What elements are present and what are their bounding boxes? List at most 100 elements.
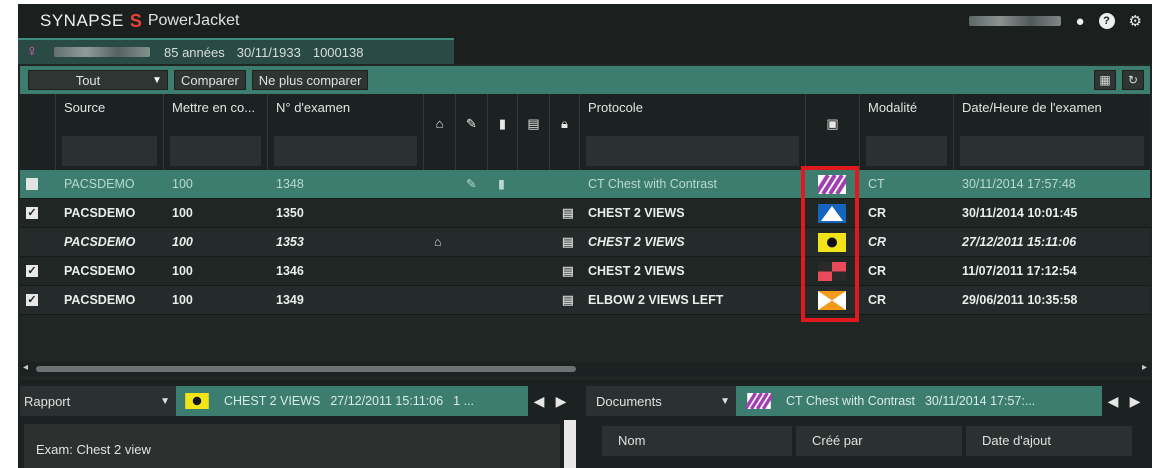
documents-table-header: Nom Créé par Date d'ajout — [602, 426, 1148, 456]
header-camera[interactable]: ⌂ — [424, 94, 456, 170]
cell-source: PACSDEMO — [64, 235, 136, 249]
help-icon[interactable]: ? — [1098, 13, 1115, 29]
female-icon: ♀ — [26, 43, 38, 60]
prev-arrow-icon[interactable]: ◀ — [528, 393, 550, 410]
header-mettre[interactable]: Mettre en co... — [164, 94, 268, 170]
stop-compare-button[interactable]: Ne plus comparer — [251, 70, 369, 90]
table-header: Source Mettre en co... N° d'examen ⌂ ✎ ▮… — [20, 94, 1150, 170]
cell-datetime: 30/11/2014 10:01:45 — [962, 206, 1078, 220]
header-flag[interactable]: ▣ — [806, 94, 860, 170]
patient-tab[interactable]: ♀ 85 années 30/11/1933 1000138 — [18, 38, 454, 64]
compare-button[interactable]: Comparer — [174, 70, 246, 90]
refresh-icon[interactable]: ↻ — [1122, 70, 1144, 90]
col-date-ajout[interactable]: Date d'ajout — [966, 426, 1132, 456]
header-datetime[interactable]: Date/Heure de l'examen — [954, 94, 1150, 170]
camera-icon[interactable]: ⌂ — [434, 228, 442, 257]
report-icon[interactable]: ▤ — [562, 199, 574, 228]
chevron-down-icon: ▼ — [152, 74, 162, 86]
documents-select[interactable]: Documents ▼ — [586, 386, 736, 416]
col-cree-par[interactable]: Créé par — [796, 426, 962, 456]
app-window: SYNAPSE S PowerJacket ● ? ⚙ ♀ 85 années … — [18, 4, 1152, 468]
scroll-left-icon: ◂ — [23, 362, 29, 373]
settings-gear-icon[interactable]: ⚙ — [1129, 12, 1142, 30]
report-select[interactable]: Rapport ▼ — [20, 386, 176, 416]
camera-icon: ⌂ — [435, 116, 444, 131]
cell-mettre: 100 — [172, 177, 193, 191]
cell-mettre: 100 — [172, 293, 193, 307]
next-arrow-icon[interactable]: ▶ — [1124, 393, 1146, 410]
header-exam-no[interactable]: N° d'examen — [268, 94, 424, 170]
row-checkbox[interactable]: ✓ — [26, 207, 38, 219]
mettre-filter-input[interactable] — [170, 136, 261, 166]
table-row[interactable]: ✓ PACSDEMO 100 1349 ▤ ELBOW 2 VIEWS LEFT… — [20, 286, 1150, 315]
documents-exam-tab[interactable]: CT Chest with Contrast 30/11/2014 17:57:… — [736, 386, 1102, 416]
cell-protocol: CHEST 2 VIEWS — [588, 235, 685, 249]
modalite-filter-input[interactable] — [866, 136, 947, 166]
row-checkbox[interactable]: ✓ — [26, 265, 38, 277]
header-document[interactable]: ▮ — [488, 94, 518, 170]
table-row[interactable]: ✓ PACSDEMO 100 1350 ▤ CHEST 2 VIEWS CR 3… — [20, 199, 1150, 228]
document-icon: ▮ — [498, 116, 507, 131]
chevron-down-icon: ▼ — [160, 395, 170, 407]
filter-value: Tout — [75, 72, 101, 88]
report-icon[interactable]: ▤ — [562, 228, 574, 257]
chat-icon[interactable]: ● — [1075, 13, 1084, 30]
protocole-filter-input[interactable] — [586, 136, 799, 166]
edit-icon[interactable]: ✎ — [466, 170, 476, 199]
row-checkbox[interactable] — [26, 178, 38, 190]
exam-no-filter-input[interactable] — [274, 136, 417, 166]
exam-toolbar: Tout ▼ Comparer Ne plus comparer ▦ ↻ — [20, 66, 1150, 94]
cell-exam-no: 1349 — [276, 293, 304, 307]
cell-source: PACSDEMO — [64, 206, 136, 220]
header-report[interactable]: ▤ — [518, 94, 550, 170]
report-exam-tab[interactable]: CHEST 2 VIEWS 27/12/2011 15:11:06 1 ... — [176, 386, 528, 416]
cell-source: PACSDEMO — [64, 293, 136, 307]
user-name — [969, 16, 1062, 26]
filter-select[interactable]: Tout ▼ — [28, 70, 168, 90]
cell-source: PACSDEMO — [64, 264, 136, 278]
row-checkbox[interactable]: ✓ — [26, 294, 38, 306]
documents-panel-header: Documents ▼ CT Chest with Contrast 30/11/… — [586, 386, 1150, 416]
documents-label: Documents — [596, 393, 662, 409]
next-arrow-icon[interactable]: ▶ — [550, 393, 572, 410]
bottom-panels: Rapport ▼ CHEST 2 VIEWS 27/12/2011 15:11:… — [18, 380, 1152, 468]
horizontal-scrollbar[interactable]: ◂ ▸ — [20, 362, 1150, 376]
source-filter-input[interactable] — [62, 136, 157, 166]
header-modalite[interactable]: Modalité — [860, 94, 954, 170]
purple-stripes-flag-icon — [746, 393, 772, 409]
chevron-down-icon: ▼ — [720, 395, 730, 407]
header-lock[interactable]: 🔒︎ — [550, 94, 580, 170]
image-icon: ▣ — [826, 116, 839, 131]
cell-exam-no: 1346 — [276, 264, 304, 278]
highlight-box — [801, 166, 859, 322]
col-nom[interactable]: Nom — [602, 426, 792, 456]
header-checkbox-col — [20, 94, 56, 170]
header-edit[interactable]: ✎ — [456, 94, 488, 170]
report-icon: ▤ — [527, 116, 540, 131]
header-protocole[interactable]: Protocole — [580, 94, 806, 170]
table-row[interactable]: ✓ PACSDEMO 100 1346 ▤ CHEST 2 VIEWS CR 1… — [20, 257, 1150, 286]
documents-date: 30/11/2014 17:57:... — [924, 394, 1036, 408]
document-icon[interactable]: ▮ — [498, 170, 505, 199]
cell-datetime: 11/07/2011 17:12:54 — [962, 264, 1077, 278]
prev-arrow-icon[interactable]: ◀ — [1102, 393, 1124, 410]
patient-age: 85 années — [164, 44, 225, 60]
report-icon[interactable]: ▤ — [562, 286, 574, 315]
table-row[interactable]: PACSDEMO 100 1348 ✎ ▮ CT Chest with Cont… — [20, 170, 1150, 199]
table-row[interactable]: PACSDEMO 100 1353 ⌂ ▤ CHEST 2 VIEWS CR 2… — [20, 228, 1150, 257]
layout-icon[interactable]: ▦ — [1094, 70, 1116, 90]
report-extra: 1 ... — [453, 394, 475, 408]
cell-exam-no: 1353 — [276, 235, 304, 249]
scrollbar-thumb[interactable] — [36, 366, 576, 372]
cell-mettre: 100 — [172, 235, 193, 249]
cell-protocol: CHEST 2 VIEWS — [588, 264, 685, 278]
yellow-circle-flag-icon — [185, 393, 209, 409]
report-scrollbar[interactable] — [564, 420, 576, 468]
synapse-logo-icon: S — [129, 10, 142, 31]
report-icon[interactable]: ▤ — [562, 257, 574, 286]
edit-icon: ✎ — [466, 116, 477, 131]
cell-datetime: 29/06/2011 10:35:58 — [962, 293, 1078, 307]
cell-source: PACSDEMO — [64, 177, 135, 191]
header-source[interactable]: Source — [56, 94, 164, 170]
datetime-filter-input[interactable] — [960, 136, 1144, 166]
